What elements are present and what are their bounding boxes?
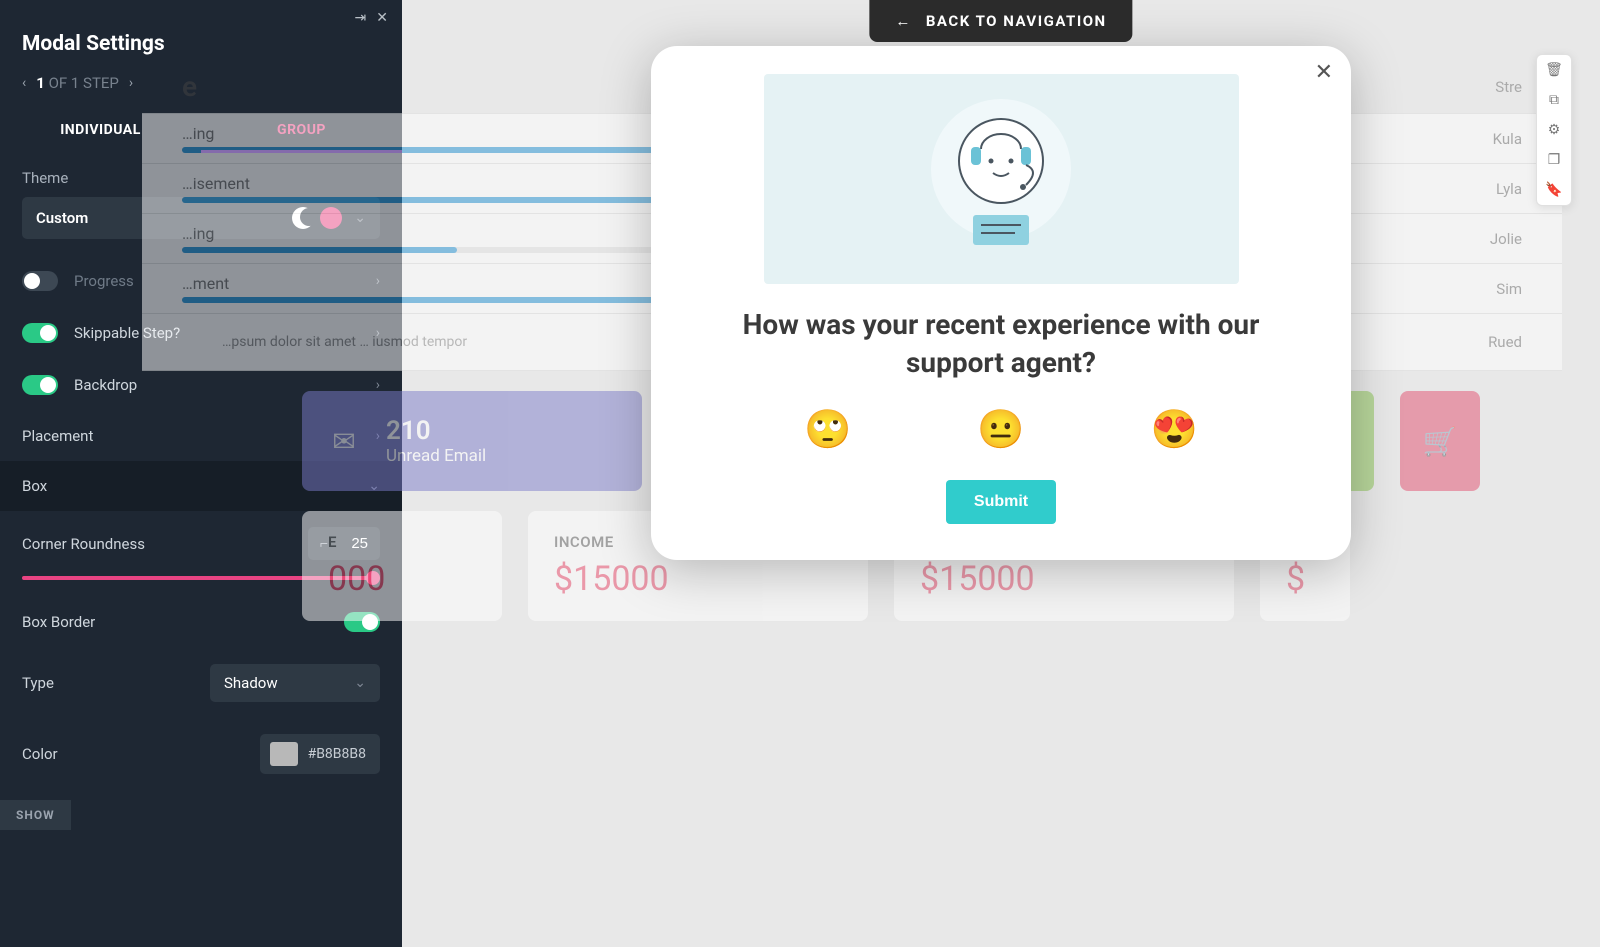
type-select[interactable]: Shadow ⌄ — [210, 664, 380, 702]
copy-icon[interactable]: ⧉ — [1537, 85, 1571, 115]
skippable-toggle[interactable] — [22, 323, 58, 343]
show-button[interactable]: SHOW — [0, 800, 71, 830]
submit-button[interactable]: Submit — [946, 480, 1056, 524]
color-row: Color #B8B8B8 — [0, 718, 402, 790]
step-indicator: 1 OF 1 STEP — [36, 74, 119, 92]
emoji-neutral[interactable]: 😐 — [977, 408, 1024, 452]
layers-icon[interactable]: ❐ — [1537, 145, 1571, 175]
chevron-down-icon: ⌄ — [354, 675, 366, 691]
survey-modal: ✕ How was your recent experience with ou… — [651, 46, 1351, 560]
mail-icon: ✉ — [322, 425, 366, 458]
bookmark-icon[interactable]: 🔖 — [1537, 175, 1571, 205]
type-row: Type Shadow ⌄ — [0, 648, 402, 718]
progress-toggle[interactable] — [22, 271, 58, 291]
arrow-left-icon: ← — [895, 12, 912, 30]
cart-icon: 🛒 — [1420, 425, 1460, 458]
close-panel-icon[interactable]: ✕ — [376, 10, 388, 26]
emoji-good[interactable]: 😍 — [1151, 408, 1198, 452]
color-swatch — [270, 742, 298, 766]
element-toolbar: 🗑 ⧉ ⚙ ❐ 🔖 — [1536, 54, 1572, 206]
emoji-bad[interactable]: 🙄 — [804, 408, 851, 452]
modal-illustration — [764, 74, 1239, 284]
close-icon[interactable]: ✕ — [1315, 60, 1333, 85]
backdrop-toggle[interactable] — [22, 375, 58, 395]
settings-icon[interactable]: ⚙ — [1537, 115, 1571, 145]
color-input[interactable]: #B8B8B8 — [260, 734, 380, 774]
step-next-icon[interactable]: › — [129, 75, 133, 91]
back-to-navigation-button[interactable]: ← BACK TO NAVIGATION — [869, 0, 1132, 42]
step-prev-icon[interactable]: ‹ — [22, 75, 26, 91]
modal-title: How was your recent experience with our … — [681, 306, 1321, 408]
delete-icon[interactable]: 🗑 — [1537, 55, 1571, 85]
collapse-icon[interactable]: ⇥ — [355, 10, 367, 26]
